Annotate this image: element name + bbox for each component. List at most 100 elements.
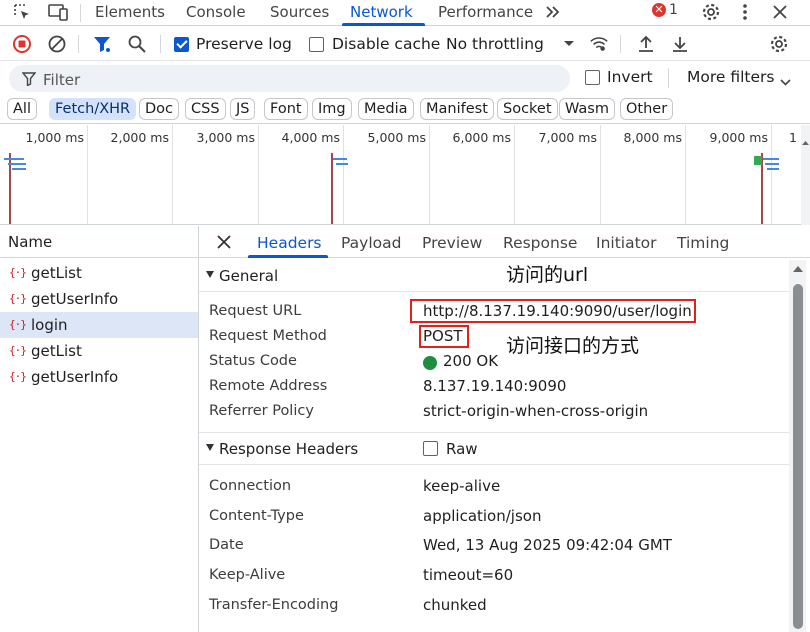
export-har-icon[interactable] (670, 34, 690, 54)
request-row[interactable]: {·} getUserInfo (0, 286, 198, 312)
header-key: Keep-Alive (209, 567, 286, 583)
error-count[interactable]: 1 (669, 2, 678, 18)
response-headers-title: Response Headers (219, 440, 359, 458)
header-value: timeout=60 (423, 566, 514, 584)
header-key: Status Code (209, 353, 297, 369)
detail-tab-timing[interactable]: Timing (677, 234, 729, 252)
header-key: Date (209, 537, 244, 553)
xhr-fetch-icon: {·} (9, 344, 27, 357)
header-value: application/json (423, 507, 542, 525)
type-filter-js[interactable]: JS (230, 98, 256, 120)
request-name: getList (31, 264, 82, 282)
type-filter-font[interactable]: Font (264, 98, 308, 120)
header-key: Request Method (209, 328, 327, 344)
detail-tab-payload[interactable]: Payload (341, 234, 401, 252)
scroll-up-arrow-icon[interactable] (793, 266, 803, 272)
more-filters-chevron-icon[interactable] (780, 74, 791, 90)
inspect-element-icon[interactable] (10, 2, 34, 22)
filter-placeholder: Filter (43, 71, 81, 89)
status-code-value: 200 OK (443, 352, 499, 370)
header-value: chunked (423, 596, 487, 614)
scrollbar-thumb[interactable] (793, 284, 803, 629)
type-filter-media[interactable]: Media (358, 98, 414, 120)
name-header-label: Name (8, 233, 53, 251)
active-tab-indicator (342, 23, 425, 26)
throttling-select[interactable]: No throttling (446, 35, 544, 53)
double-chevron-right-icon[interactable] (543, 2, 563, 22)
invert-label[interactable]: Invert (607, 68, 653, 86)
expand-triangle-icon (206, 271, 214, 278)
disable-cache-checkbox[interactable] (309, 37, 324, 52)
tab-performance[interactable]: Performance (438, 2, 533, 24)
devtools-tab-bar: Elements Console Sources Network Perform… (0, 0, 810, 26)
request-row[interactable]: {·} getList (0, 260, 198, 286)
record-stop-icon[interactable] (12, 34, 32, 54)
preserve-log-label[interactable]: Preserve log (196, 35, 292, 53)
filter-bar: Filter Invert More filters (0, 62, 810, 94)
detail-tab-indicator (248, 255, 328, 258)
xhr-fetch-icon: {·} (9, 370, 27, 383)
detail-tab-response[interactable]: Response (503, 234, 577, 252)
import-har-icon[interactable] (636, 34, 656, 54)
request-row-selected[interactable]: {·} login (0, 312, 198, 338)
detail-tab-preview[interactable]: Preview (422, 234, 482, 252)
tab-network[interactable]: Network (350, 2, 413, 24)
network-conditions-icon[interactable] (589, 34, 609, 54)
type-filter-fetch-xhr[interactable]: Fetch/XHR (49, 98, 137, 120)
type-filter-doc[interactable]: Doc (139, 98, 180, 120)
type-filter-manifest[interactable]: Manifest (420, 98, 494, 120)
request-row[interactable]: {·} getList (0, 338, 198, 364)
request-name: getList (31, 342, 82, 360)
tab-console[interactable]: Console (186, 2, 246, 24)
general-section-title: General (219, 267, 279, 285)
search-icon[interactable] (127, 34, 147, 54)
preserve-log-checkbox[interactable] (174, 37, 189, 52)
general-section-header[interactable]: General (199, 262, 789, 290)
detail-tab-initiator[interactable]: Initiator (596, 234, 657, 252)
header-key: Referrer Policy (209, 403, 314, 419)
request-row[interactable]: {·} getUserInfo (0, 364, 198, 390)
header-key: Request URL (209, 303, 302, 319)
type-filter-all[interactable]: All (7, 98, 37, 120)
invert-checkbox[interactable] (585, 70, 600, 85)
detail-scrollbar[interactable] (789, 260, 806, 632)
tab-sources[interactable]: Sources (270, 2, 329, 24)
disable-cache-label[interactable]: Disable cache (332, 35, 440, 53)
more-options-icon[interactable] (737, 2, 753, 22)
xhr-fetch-icon: {·} (9, 318, 27, 331)
response-headers-section-header[interactable]: Response Headers (199, 435, 789, 463)
gear-icon[interactable] (700, 2, 722, 22)
request-name: login (31, 316, 68, 334)
detail-tab-headers[interactable]: Headers (257, 234, 322, 252)
tab-elements[interactable]: Elements (95, 2, 165, 24)
type-filter-css[interactable]: CSS (185, 98, 226, 120)
header-key: Transfer-Encoding (209, 597, 339, 613)
chevron-down-icon[interactable] (561, 34, 577, 54)
resource-type-filters: All Fetch/XHR Doc CSS JS Font Img Media … (0, 96, 810, 124)
error-icon[interactable]: ✕ (652, 3, 666, 17)
filter-funnel-icon[interactable] (92, 34, 112, 54)
header-key: Connection (209, 478, 292, 494)
raw-headers-label[interactable]: Raw (446, 440, 478, 458)
clear-icon[interactable] (47, 34, 67, 54)
raw-headers-checkbox[interactable] (423, 441, 438, 456)
type-filter-wasm[interactable]: Wasm (559, 98, 615, 120)
close-devtools-icon[interactable] (770, 2, 790, 22)
expand-triangle-icon (206, 444, 214, 451)
overview-scrollbar[interactable] (801, 125, 810, 225)
device-toolbar-icon[interactable] (46, 2, 70, 22)
type-filter-img[interactable]: Img (312, 98, 352, 120)
filter-input[interactable]: Filter (9, 65, 570, 92)
name-column-header[interactable]: Name (0, 226, 199, 258)
type-filter-other[interactable]: Other (620, 98, 674, 120)
url-annotation-note: 访问的url (506, 264, 589, 286)
network-settings-gear-icon[interactable] (769, 34, 789, 54)
network-overview-timeline[interactable]: 1,000 ms 2,000 ms 3,000 ms 4,000 ms 5,00… (0, 125, 801, 225)
header-key: Remote Address (209, 378, 328, 394)
type-filter-socket[interactable]: Socket (497, 98, 558, 120)
request-name: getUserInfo (31, 368, 119, 386)
filter-icon (21, 72, 37, 90)
header-key: Content-Type (209, 508, 304, 524)
close-detail-icon[interactable] (217, 235, 231, 253)
more-filters-button[interactable]: More filters (687, 68, 774, 86)
